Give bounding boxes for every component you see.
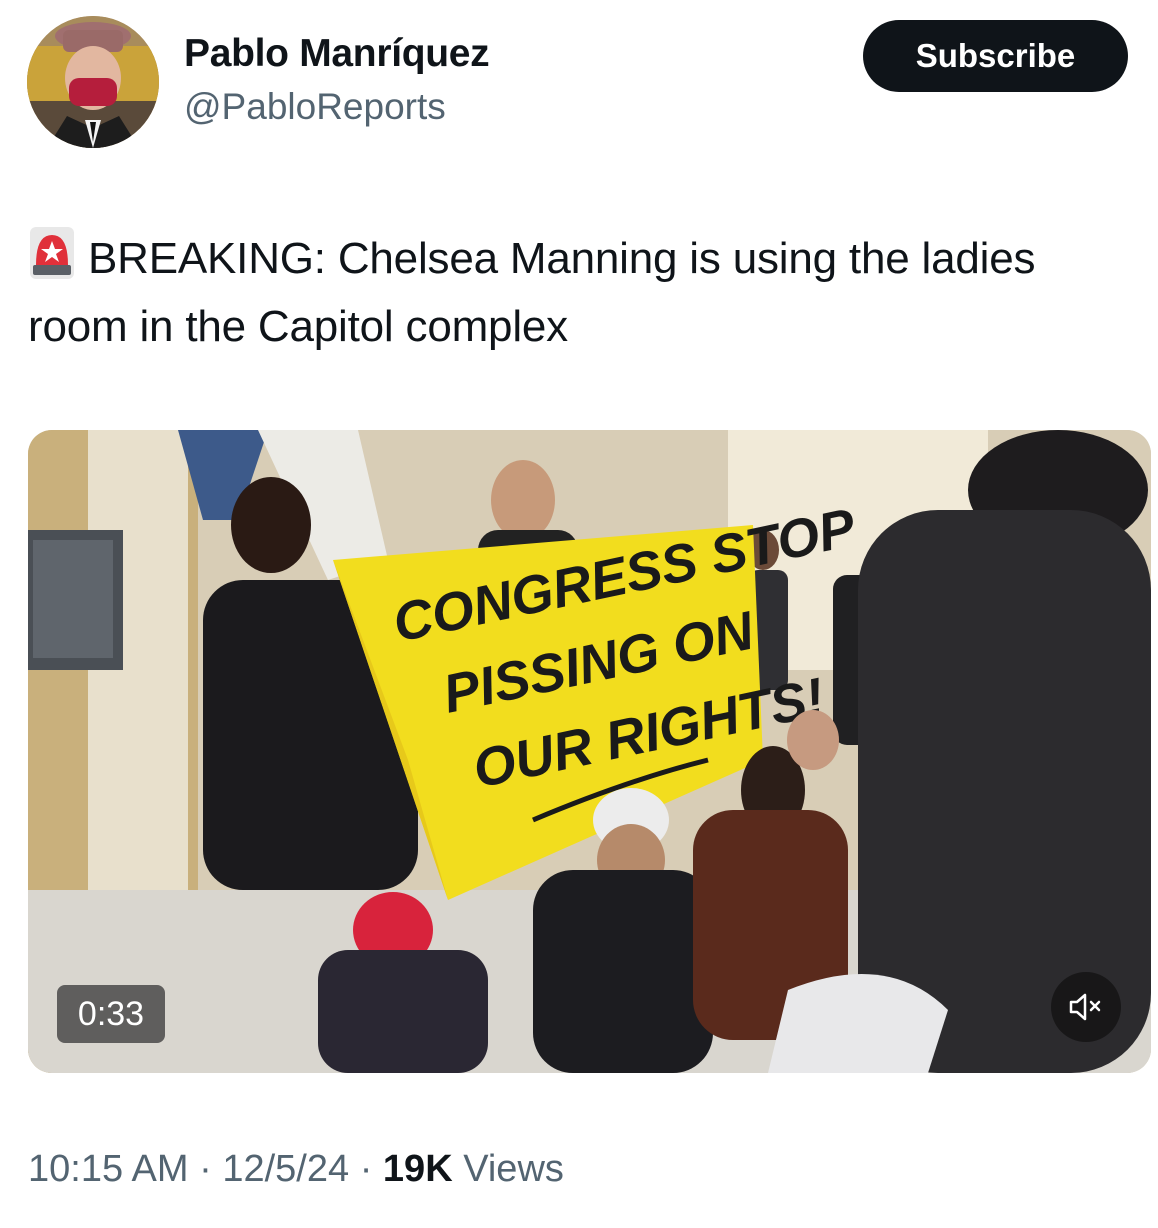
tweet-text: BREAKING: Chelsea Manning is using the l… xyxy=(28,225,1128,361)
tweet-time[interactable]: 10:15 AM xyxy=(28,1148,189,1190)
avatar[interactable] xyxy=(27,16,159,148)
meta-separator: · xyxy=(199,1148,212,1190)
author-handle[interactable]: @PabloReports xyxy=(184,86,446,128)
views-count: 19K xyxy=(382,1148,453,1190)
tweet-date[interactable]: 12/5/24 xyxy=(222,1148,349,1190)
views-label: Views xyxy=(463,1148,564,1190)
author-name[interactable]: Pablo Manríquez xyxy=(184,32,490,76)
video-duration: 0:33 xyxy=(57,985,165,1043)
tweet-meta: 10:15 AM · 12/5/24 · 19K Views xyxy=(28,1148,564,1191)
video-frame: CONGRESS STOP PISSING ON OUR RIGHTS! xyxy=(28,430,1151,1073)
subscribe-button[interactable]: Subscribe xyxy=(863,20,1128,92)
meta-separator: · xyxy=(359,1148,373,1190)
speaker-muted-icon xyxy=(1069,993,1101,1021)
mute-button[interactable] xyxy=(1051,972,1121,1042)
avatar-illustration xyxy=(27,16,159,148)
police-siren-icon xyxy=(30,227,74,279)
tweet-body: BREAKING: Chelsea Manning is using the l… xyxy=(28,234,1036,351)
video-player[interactable]: CONGRESS STOP PISSING ON OUR RIGHTS! 0:3… xyxy=(28,430,1151,1073)
